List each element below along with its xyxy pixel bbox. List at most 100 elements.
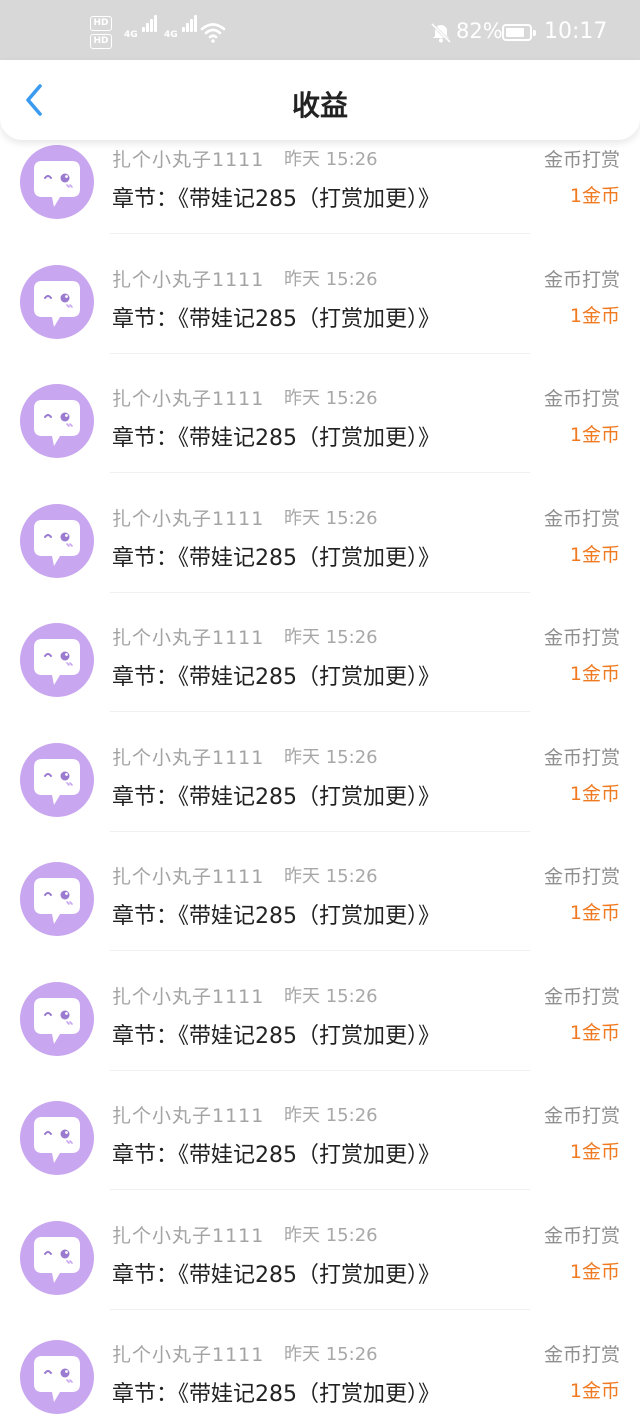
avatar	[20, 503, 94, 578]
reward-amount: 1金币	[569, 663, 620, 685]
list-item[interactable]: 扎个小丸子1111 昨天 15:26 章节：《带娃记285（打赏加更）》 金币打…	[0, 145, 640, 265]
chat-bubble-face-icon	[34, 878, 80, 924]
divider	[110, 352, 530, 354]
chat-bubble-face-icon	[34, 400, 80, 446]
chat-bubble-face-icon	[34, 161, 80, 207]
timestamp: 昨天 15:26	[284, 507, 378, 529]
earnings-list[interactable]: 扎个小丸子1111 昨天 15:26 章节：《带娃记285（打赏加更）》 金币打…	[0, 140, 640, 1422]
sender-name: 扎个小丸子1111	[112, 627, 265, 649]
sender-name: 扎个小丸子1111	[112, 985, 265, 1008]
list-item[interactable]: 扎个小丸子1111 昨天 15:26 章节：《带娃记285（打赏加更）》 金币打…	[0, 503, 640, 624]
reward-amount: 1金币	[569, 424, 620, 446]
avatar	[20, 981, 94, 1056]
battery-percentage: 82%	[456, 19, 503, 43]
reward-amount: 1金币	[569, 782, 620, 805]
divider	[110, 472, 530, 473]
sender-name: 扎个小丸子1111	[112, 746, 265, 769]
list-item[interactable]: 扎个小丸子1111 昨天 15:26 章节：《带娃记285（打赏加更）》 金币打…	[0, 384, 640, 504]
chapter-title: 章节：《带娃记285（打赏加更）》	[112, 1143, 440, 1168]
reward-type: 金币打赏	[543, 1224, 620, 1247]
reward-amount: 1金币	[569, 902, 620, 924]
sender-name: 扎个小丸子1111	[112, 1344, 265, 1366]
sender-name: 扎个小丸子1111	[112, 1224, 265, 1247]
system-indicators: 82% 10:17	[420, 0, 640, 60]
chapter-title: 章节：《带娃记285（打赏加更）》	[112, 665, 440, 690]
list-item[interactable]: 扎个小丸子1111 昨天 15:26 章节：《带娃记285（打赏加更）》 金币打…	[0, 862, 640, 982]
reward-type: 金币打赏	[543, 149, 620, 171]
chat-bubble-face-icon	[34, 997, 80, 1044]
sender-name: 扎个小丸子1111	[112, 268, 265, 291]
reward-type: 金币打赏	[543, 388, 620, 410]
chapter-title: 章节：《带娃记285（打赏加更）》	[112, 545, 440, 571]
list-item[interactable]: 扎个小丸子1111 昨天 15:26 章节：《带娃记285（打赏加更）》 金币打…	[0, 623, 640, 743]
timestamp: 昨天 15:26	[284, 1344, 378, 1365]
network-type-label: 4G	[124, 30, 138, 40]
avatar	[20, 1340, 94, 1414]
reward-amount: 1金币	[569, 1260, 620, 1283]
list-item[interactable]: 扎个小丸子1111 昨天 15:26 章节：《带娃记285（打赏加更）》 金币打…	[0, 981, 640, 1102]
nav-bar: 收益	[0, 60, 640, 140]
divider	[110, 233, 530, 234]
hd-badge: HD	[90, 16, 112, 31]
avatar	[20, 1220, 94, 1295]
timestamp: 昨天 15:26	[284, 149, 378, 170]
timestamp: 昨天 15:26	[284, 866, 378, 887]
timestamp: 昨天 15:26	[284, 268, 378, 290]
sender-name: 扎个小丸子1111	[112, 388, 265, 410]
timestamp: 昨天 15:26	[284, 388, 378, 409]
reward-type: 金币打赏	[543, 866, 620, 888]
chapter-title: 章节：《带娃记285（打赏加更）》	[112, 306, 440, 332]
chapter-title: 章节：《带娃记285（打赏加更）》	[112, 1382, 440, 1407]
chat-bubble-face-icon	[34, 1356, 80, 1402]
avatar	[20, 1101, 94, 1175]
divider	[110, 830, 530, 832]
chapter-title: 章节：《带娃记285（打赏加更）》	[112, 187, 440, 212]
divider	[110, 711, 530, 712]
reward-amount: 1金币	[569, 185, 620, 207]
avatar	[20, 862, 94, 936]
chapter-title: 章节：《带娃记285（打赏加更）》	[112, 426, 440, 451]
status-bar: HD HD 4G 4G 82% 10:17	[0, 0, 640, 60]
list-item[interactable]: 扎个小丸子1111 昨天 15:26 章节：《带娃记285（打赏加更）》 金币打…	[0, 742, 640, 863]
reward-type: 金币打赏	[543, 746, 620, 769]
list-item[interactable]: 扎个小丸子1111 昨天 15:26 章节：《带娃记285（打赏加更）》 金币打…	[0, 1220, 640, 1341]
avatar	[20, 623, 94, 697]
reward-type: 金币打赏	[543, 268, 620, 291]
list-item[interactable]: 扎个小丸子1111 昨天 15:26 章节：《带娃记285（打赏加更）》 金币打…	[0, 264, 640, 385]
wifi-icon	[200, 23, 226, 43]
clock: 10:17	[544, 19, 608, 44]
avatar	[20, 264, 94, 339]
list-item[interactable]: 扎个小丸子1111 昨天 15:26 章节：《带娃记285（打赏加更）》 金币打…	[0, 1340, 640, 1422]
battery-icon	[502, 24, 536, 41]
chapter-title: 章节：《带娃记285（打赏加更）》	[112, 784, 440, 810]
reward-amount: 1金币	[569, 543, 620, 566]
divider	[110, 1189, 530, 1190]
chapter-title: 章节：《带娃记285（打赏加更）》	[112, 904, 440, 929]
sender-name: 扎个小丸子1111	[112, 866, 265, 888]
avatar	[20, 145, 94, 219]
reward-type: 金币打赏	[543, 1105, 620, 1127]
timestamp: 昨天 15:26	[284, 1105, 378, 1126]
chapter-title: 章节：《带娃记285（打赏加更）》	[112, 1262, 440, 1288]
divider	[110, 591, 530, 593]
timestamp: 昨天 15:26	[284, 627, 378, 648]
network-type-label: 4G	[164, 30, 178, 40]
chat-bubble-face-icon	[34, 519, 80, 566]
sender-name: 扎个小丸子1111	[112, 1105, 265, 1127]
divider	[110, 1069, 530, 1071]
chat-bubble-face-icon	[34, 758, 80, 805]
timestamp: 昨天 15:26	[284, 1224, 378, 1246]
avatar	[20, 742, 94, 817]
chat-bubble-face-icon	[34, 1236, 80, 1283]
reward-amount: 1金币	[569, 1141, 620, 1163]
hd-badge: HD	[90, 34, 112, 49]
sender-name: 扎个小丸子1111	[112, 149, 265, 171]
reward-amount: 1金币	[569, 1021, 620, 1044]
timestamp: 昨天 15:26	[284, 985, 378, 1007]
divider	[110, 950, 530, 951]
list-item[interactable]: 扎个小丸子1111 昨天 15:26 章节：《带娃记285（打赏加更）》 金币打…	[0, 1101, 640, 1221]
page-title: 收益	[291, 89, 348, 122]
bell-muted-icon	[430, 22, 452, 44]
chat-bubble-face-icon	[34, 280, 80, 327]
reward-type: 金币打赏	[543, 985, 620, 1008]
